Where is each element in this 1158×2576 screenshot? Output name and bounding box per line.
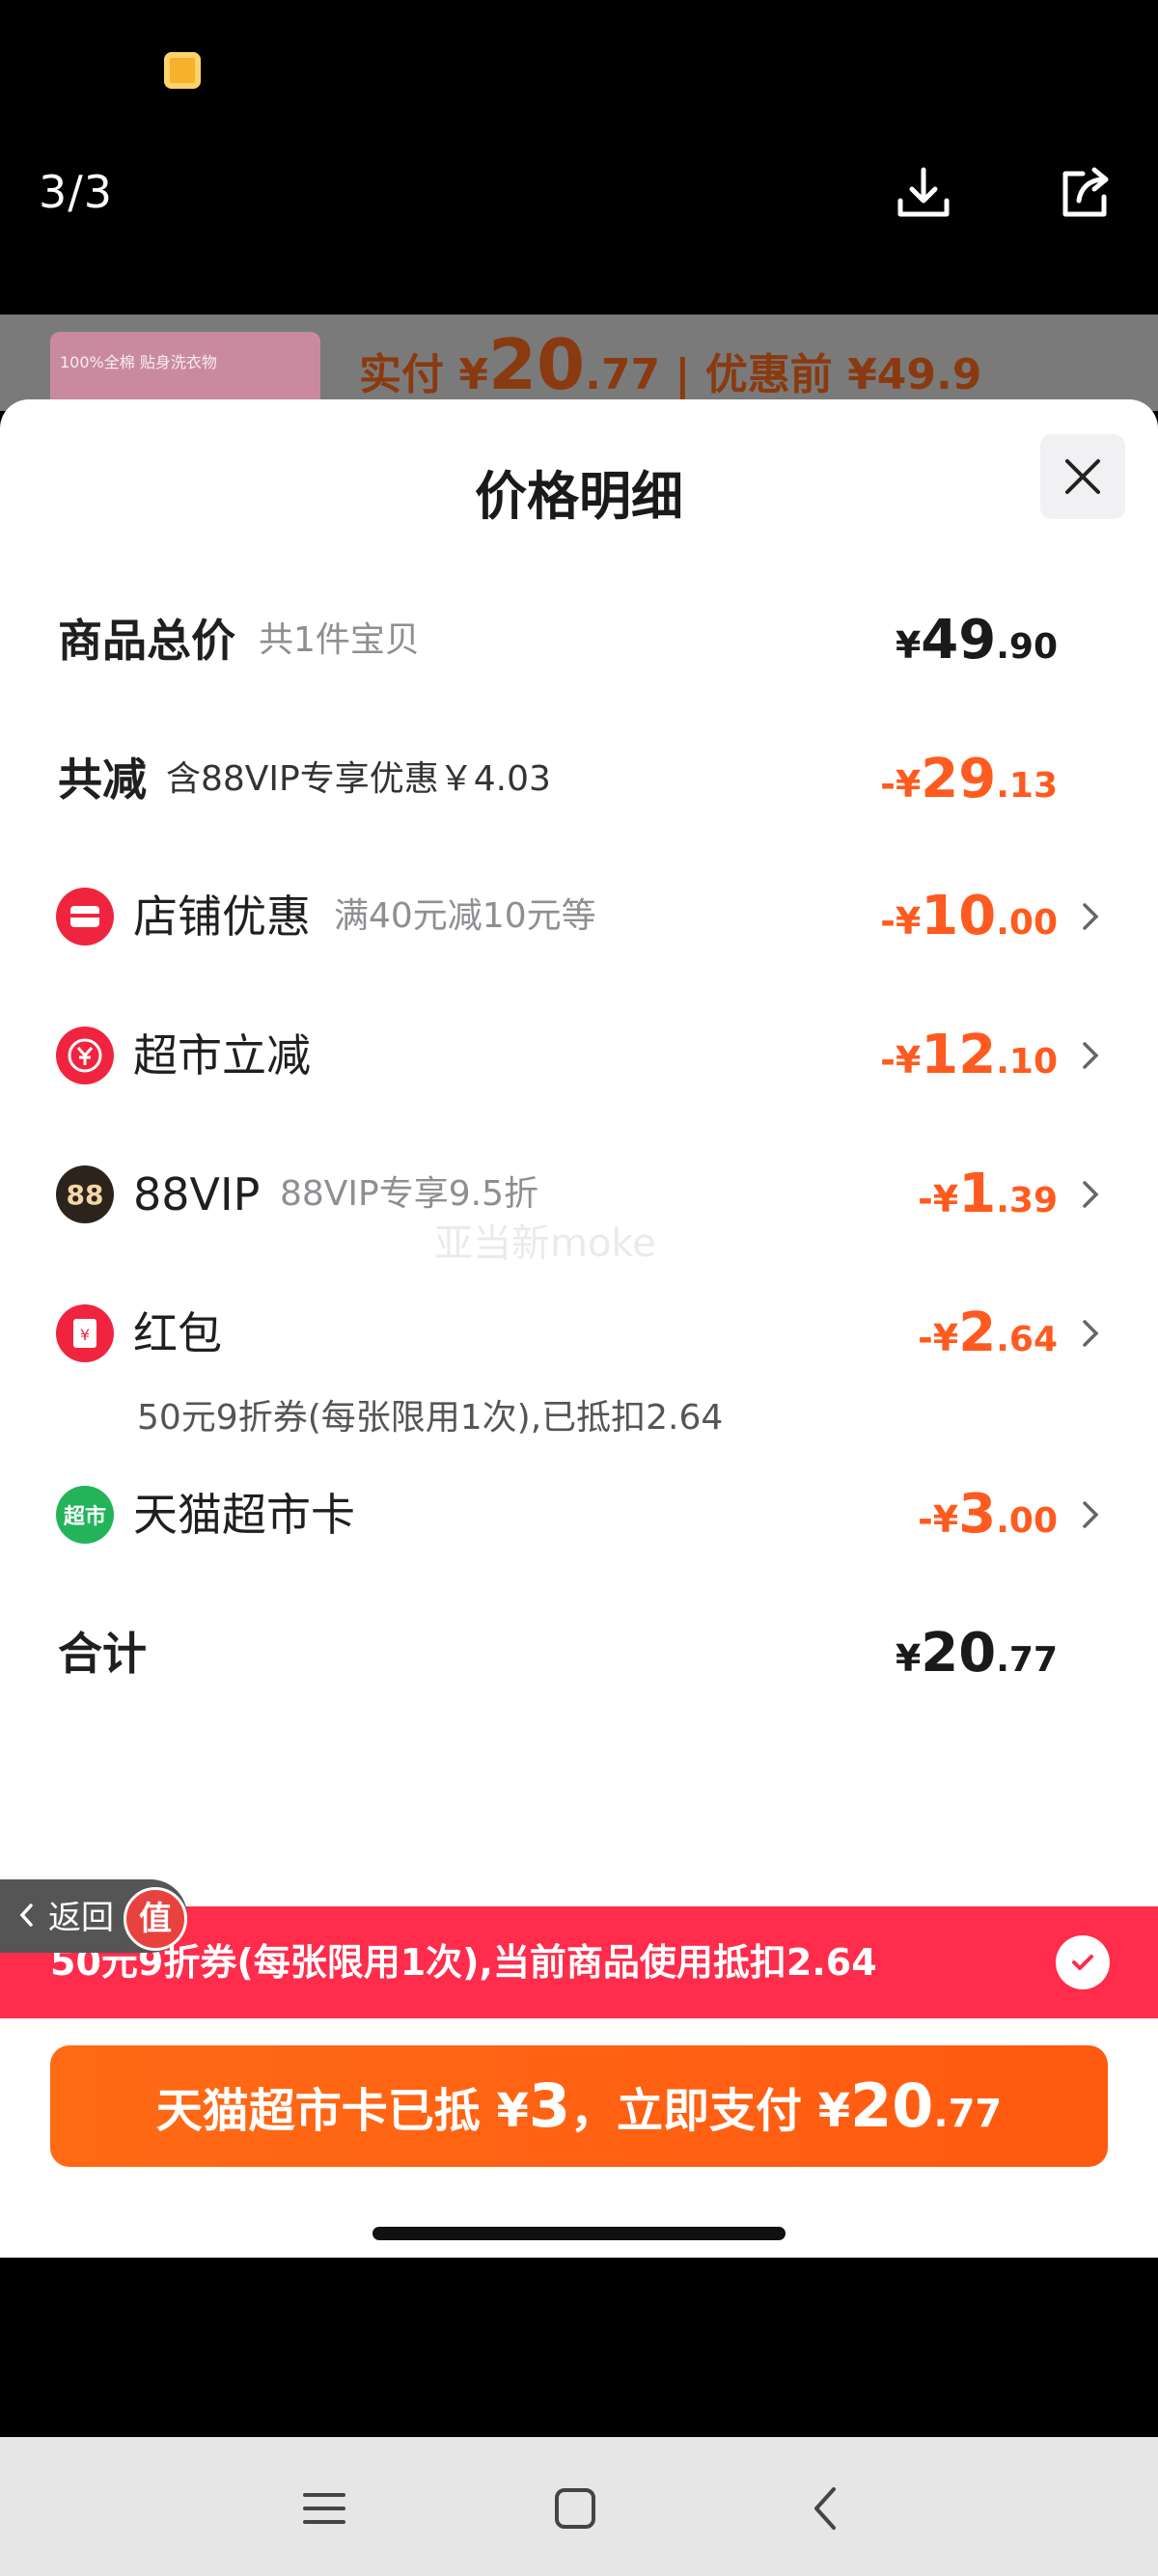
pay-prefix: 天猫超市卡已抵 ¥ [155, 2084, 529, 2138]
currency: ¥ [895, 624, 922, 667]
share-icon[interactable] [1054, 162, 1116, 224]
total-label: 商品总价 [58, 615, 235, 667]
shop-discount-amount: -¥10.00 [880, 859, 1058, 987]
back-label: 返回 [48, 1899, 114, 1937]
supermarket-discount-label: 超市立减 [133, 1029, 311, 1082]
watermark: 亚当新moke [434, 1221, 656, 1266]
close-button[interactable] [1040, 434, 1125, 519]
product-thumbnail-text: 100%全棉 贴身洗衣物 [60, 353, 217, 371]
row-total-discount: 共减 含88VIP专享优惠￥4.03 -¥29.13 [0, 722, 1158, 837]
amount-dec: .00 [996, 903, 1058, 943]
tmall-card-label: 天猫超市卡 [133, 1489, 355, 1541]
viewer-top-bar: 3/3 [0, 0, 1158, 318]
pay-middle: ，立即支付 ¥ [570, 2084, 851, 2138]
red-packet-label: 红包 [133, 1307, 222, 1359]
row-shop-discount[interactable]: 店铺优惠 满40元减10元等 -¥10.00 [0, 859, 1158, 974]
amount-dec: .90 [996, 627, 1058, 667]
amount-int: 2 [958, 1302, 997, 1364]
row-total-price: 商品总价 共1件宝贝 ¥49.90 [0, 583, 1158, 699]
supermarket-discount-amount: -¥12.10 [880, 998, 1058, 1126]
currency: -¥ [918, 1178, 959, 1220]
88vip-amount: -¥1.39 [918, 1137, 1058, 1265]
back-icon[interactable] [799, 2480, 857, 2537]
currency: -¥ [918, 1317, 959, 1359]
before-discount: | 优惠前 ¥49.9 [675, 350, 982, 399]
amount-dec: .77 [996, 1640, 1058, 1680]
currency: -¥ [880, 1039, 922, 1082]
pay-now-button[interactable]: 天猫超市卡已抵 ¥3，立即支付 ¥20.77 [50, 2045, 1108, 2167]
row-tmall-card[interactable]: 超市 天猫超市卡 -¥3.00 [0, 1457, 1158, 1573]
88vip-icon: 88 [56, 1165, 114, 1223]
discount-amount: -¥29.13 [880, 722, 1058, 850]
discount-vip-note: 含88VIP专享优惠￥4.03 [166, 759, 551, 799]
red-packet-note: 50元9折券(每张限用1次),已抵扣2.64 [137, 1398, 724, 1438]
amount-int: 3 [958, 1483, 997, 1546]
zhi-badge[interactable]: 值 [124, 1887, 187, 1951]
menu-icon[interactable] [295, 2480, 353, 2537]
shop-icon [56, 888, 114, 945]
chevron-right-icon [1083, 1320, 1099, 1347]
page-counter: 3/3 [39, 166, 114, 218]
amount-dec: .64 [996, 1320, 1058, 1359]
amount-int: 1 [958, 1163, 997, 1225]
chevron-right-icon [1083, 1181, 1099, 1208]
currency: -¥ [918, 1498, 959, 1541]
android-nav-bar [0, 2437, 1158, 2576]
paid-dec: .77 [585, 350, 661, 399]
tmall-card-amount: -¥3.00 [918, 1457, 1058, 1585]
88vip-label: 88VIP [133, 1168, 261, 1220]
pay-int: 20 [850, 2070, 934, 2141]
chevron-right-icon [1083, 1042, 1099, 1069]
amount-dec: .13 [996, 766, 1058, 806]
red-packet-amount: -¥2.64 [918, 1275, 1058, 1404]
chevron-right-icon [1083, 1501, 1099, 1528]
background-product-strip: 100%全棉 贴身洗衣物 实付 ¥20.77 | 优惠前 ¥49.9 [0, 315, 1158, 411]
red-packet-icon: ¥ [56, 1304, 114, 1362]
row-supermarket-discount[interactable]: 超市立减 -¥12.10 [0, 998, 1158, 1113]
discount-label: 共减 [58, 754, 147, 806]
currency: -¥ [880, 900, 922, 943]
background-price: 实付 ¥20.77 | 优惠前 ¥49.9 [359, 324, 981, 405]
shop-discount-rule: 满40元减10元等 [334, 896, 596, 936]
pay-deducted: 3 [528, 2070, 570, 2141]
total-amount: ¥49.90 [896, 583, 1058, 711]
amount-int: 20 [921, 1622, 997, 1685]
sum-label: 合计 [58, 1628, 147, 1680]
close-icon [1065, 459, 1100, 494]
notification-app-icon [164, 52, 201, 89]
chevron-right-icon [1083, 903, 1099, 930]
download-icon[interactable] [893, 162, 954, 224]
check-icon [1072, 1955, 1093, 1970]
svg-text:¥: ¥ [80, 1326, 90, 1344]
sheet-title: 价格明细 [475, 466, 683, 527]
amount-int: 29 [921, 748, 997, 810]
currency: ¥ [895, 1637, 922, 1680]
home-indicator[interactable] [372, 2227, 786, 2240]
amount-int: 49 [921, 609, 997, 671]
amount-dec: .39 [996, 1181, 1058, 1220]
total-count: 共1件宝贝 [259, 620, 420, 660]
pay-dec: .77 [933, 2092, 1003, 2136]
shop-discount-label: 店铺优惠 [133, 891, 311, 943]
row-sum: 合计 ¥20.77 [0, 1596, 1158, 1712]
amount-dec: .10 [996, 1042, 1058, 1082]
currency: -¥ [880, 763, 922, 806]
paid-label: 实付 ¥ [359, 350, 488, 399]
amount-dec: .00 [996, 1501, 1058, 1541]
chevron-left-icon [19, 1904, 33, 1927]
price-detail-sheet: 价格明细 商品总价 共1件宝贝 ¥49.90 共减 含88VIP专享优惠￥4.0… [0, 399, 1158, 2258]
home-icon[interactable] [546, 2480, 604, 2537]
amount-int: 12 [921, 1024, 997, 1086]
paid-int: 20 [487, 324, 586, 405]
coupon-selected-check[interactable] [1056, 1935, 1110, 1989]
row-red-packet[interactable]: ¥ 红包 -¥2.64 [0, 1275, 1158, 1391]
back-button[interactable]: 返回 值 [0, 1879, 187, 1953]
yen-discount-icon [56, 1027, 114, 1084]
amount-int: 10 [921, 885, 997, 947]
sum-amount: ¥20.77 [896, 1596, 1058, 1724]
tmall-supermarket-icon: 超市 [56, 1486, 114, 1544]
